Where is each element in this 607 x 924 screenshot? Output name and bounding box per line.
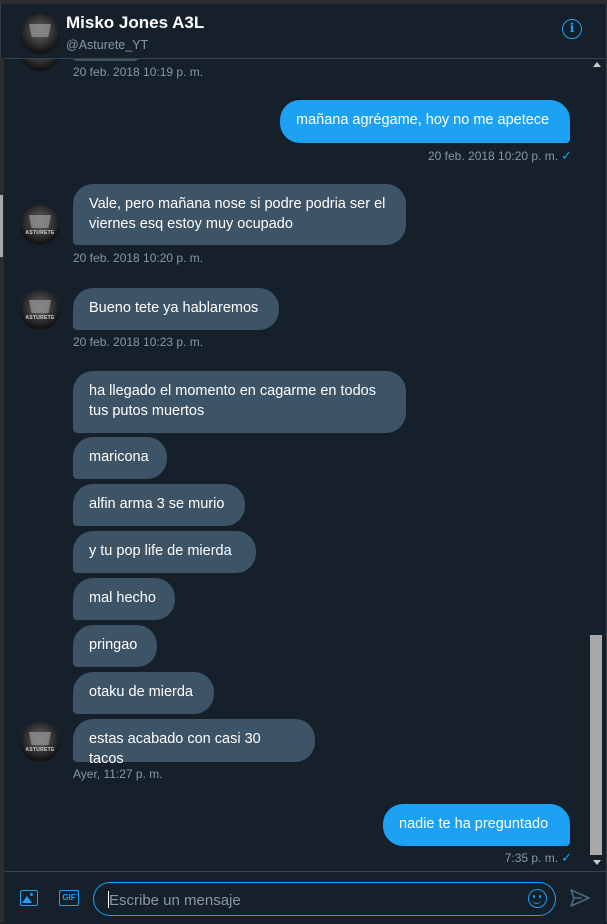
message-text: y tu pop life de mierda: [89, 543, 232, 559]
message-list: 20 feb. 2018 10:19 p. m. mañana agrégame…: [4, 59, 588, 870]
message-avatar[interactable]: [20, 59, 60, 71]
message-timestamp: 20 feb. 2018 10:19 p. m.: [73, 65, 204, 79]
avatar-text: ASTURETE: [25, 230, 55, 236]
scroll-down-arrow-icon[interactable]: [593, 860, 601, 865]
message-avatar[interactable]: ASTURETE: [20, 290, 60, 330]
avatar-logo-mark: [29, 215, 51, 228]
read-check-icon: ✓: [561, 850, 572, 865]
message-bubble-partial: [73, 59, 143, 61]
image-icon-mountain: [22, 896, 32, 903]
message-bubble-outgoing[interactable]: nadie te ha preguntado: [383, 804, 570, 846]
message-input-wrapper[interactable]: [93, 882, 556, 916]
avatar-text: ASTURETE: [25, 747, 55, 753]
message-composer: GIF: [4, 871, 606, 924]
contact-handle: @Asturete_YT: [66, 38, 149, 52]
message-bubble-incoming[interactable]: mal hecho: [73, 578, 175, 620]
message-timestamp: Ayer, 11:27 p. m.: [73, 767, 163, 781]
emoji-icon[interactable]: [528, 889, 547, 908]
read-check-icon: ✓: [561, 148, 572, 163]
message-input[interactable]: [107, 889, 521, 911]
message-bubble-incoming[interactable]: maricona: [73, 437, 167, 479]
message-bubble-incoming[interactable]: ha llegado el momento en cagarme en todo…: [73, 371, 406, 433]
avatar-logo-mark: [29, 732, 51, 745]
message-text: pringao: [89, 637, 138, 653]
message-text: mal hecho: [89, 590, 156, 606]
message-timestamp: 20 feb. 2018 10:23 p. m.: [73, 335, 204, 349]
scroll-up-arrow-icon[interactable]: [593, 62, 601, 67]
avatar-logo-mark: [29, 300, 51, 313]
timestamp-text: 20 feb. 2018 10:20 p. m.: [427, 149, 559, 163]
message-text: maricona: [89, 449, 149, 465]
message-timestamp: 7:35 p. m. ✓: [505, 850, 572, 866]
message-timestamp: 20 feb. 2018 10:20 p. m. ✓: [428, 148, 572, 164]
message-bubble-incoming[interactable]: estas acabado con casi 30 tacos: [73, 719, 315, 767]
text-caret: [108, 891, 109, 908]
message-bubble-incoming[interactable]: otaku de mierda: [73, 672, 214, 714]
message-bubble-incoming[interactable]: Vale, pero mañana nose si podre podria s…: [73, 184, 406, 245]
image-icon[interactable]: [20, 890, 38, 906]
message-bubble-incoming[interactable]: y tu pop life de mierda: [73, 531, 256, 573]
message-text: Bueno tete ya hablaremos: [89, 300, 259, 316]
message-bubble-incoming[interactable]: alfin arma 3 se murio: [73, 484, 245, 526]
conversation-header: Misko Jones A3L @Asturete_YT i: [4, 4, 606, 59]
message-text: mañana agrégame, hoy no me apetece: [296, 112, 550, 128]
emoji-mouth: [532, 898, 541, 904]
gif-icon[interactable]: GIF: [59, 890, 79, 906]
contact-avatar[interactable]: [20, 14, 60, 54]
message-text: estas acabado con casi 30 tacos: [89, 731, 261, 767]
send-icon[interactable]: [570, 889, 590, 907]
avatar-text: ASTURETE: [25, 315, 55, 321]
message-text: ha llegado el momento en cagarme en todo…: [89, 383, 376, 419]
message-text: nadie te ha preguntado: [399, 816, 549, 832]
outer-scroll-indicator: [0, 195, 3, 257]
message-text: alfin arma 3 se murio: [89, 496, 225, 512]
message-avatar[interactable]: ASTURETE: [20, 722, 60, 762]
avatar-logo-mark: [29, 24, 51, 37]
message-text: otaku de mierda: [89, 684, 193, 700]
timestamp-text: 7:35 p. m.: [504, 851, 559, 865]
message-avatar[interactable]: ASTURETE: [20, 205, 60, 245]
contact-name[interactable]: Misko Jones A3L: [66, 13, 204, 33]
message-text: Vale, pero mañana nose si podre podria s…: [89, 196, 386, 232]
scrollbar-thumb[interactable]: [590, 635, 602, 855]
message-timestamp: 20 feb. 2018 10:20 p. m.: [73, 251, 204, 265]
message-bubble-incoming[interactable]: Bueno tete ya hablaremos: [73, 288, 279, 330]
message-bubble-incoming[interactable]: pringao: [73, 625, 157, 667]
info-icon[interactable]: i: [562, 19, 582, 39]
message-bubble-outgoing[interactable]: mañana agrégame, hoy no me apetece: [280, 100, 570, 143]
